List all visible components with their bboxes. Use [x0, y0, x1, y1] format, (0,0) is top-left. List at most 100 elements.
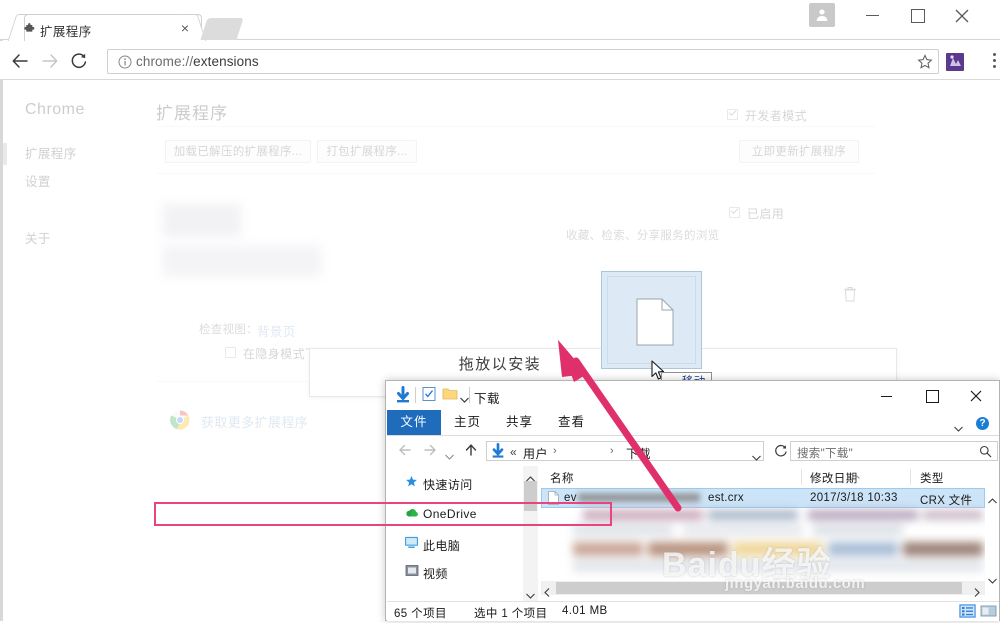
star-icon[interactable]	[917, 54, 933, 75]
magnifier-icon[interactable]	[979, 445, 992, 463]
reload-button[interactable]	[70, 52, 88, 70]
close-button[interactable]	[940, 0, 985, 32]
nav-item-videos[interactable]: 视频	[423, 565, 448, 582]
large-icons-view-icon[interactable]	[980, 604, 997, 618]
forward-button	[41, 52, 59, 70]
more-extensions-link[interactable]: 获取更多扩展程序	[201, 412, 308, 431]
inspect-views-target-link[interactable]: 背景页	[257, 321, 296, 340]
new-folder-icon[interactable]	[442, 386, 458, 407]
ribbon-tab-view[interactable]: 查看	[558, 410, 585, 435]
puzzle-piece-icon	[22, 22, 35, 35]
explorer-forward-button	[423, 443, 437, 462]
sidebar-item-extensions[interactable]: 扩展程序	[25, 143, 77, 162]
chrome-webstore-icon	[169, 409, 191, 431]
status-selection: 选中 1 个项目	[474, 608, 548, 620]
customize-caret-icon[interactable]	[460, 390, 469, 408]
breadcrumb-sep-2: ›	[610, 445, 614, 457]
developer-mode-checkbox[interactable]	[727, 109, 738, 120]
recent-locations-caret-icon[interactable]	[445, 447, 454, 465]
sidebar-item-settings[interactable]: 设置	[25, 171, 51, 190]
star-pin-icon	[405, 475, 418, 493]
page-title: 扩展程序	[156, 104, 228, 123]
maximize-button[interactable]	[895, 0, 940, 32]
qat-divider-1	[415, 387, 416, 403]
load-unpacked-button[interactable]: 加载已解压的扩展程序...	[165, 140, 311, 163]
refresh-icon[interactable]	[774, 444, 788, 463]
incognito-checkbox[interactable]	[225, 347, 236, 358]
vscroll-down-icon[interactable]	[988, 571, 997, 589]
search-placeholder: 搜索"下载"	[797, 448, 853, 460]
horizontal-scroll-thumb[interactable]	[556, 582, 962, 594]
file-modified-date: 2017/3/18 10:33	[810, 492, 898, 504]
trash-icon[interactable]	[843, 286, 857, 307]
breadcrumb-sep-1: ›	[553, 445, 557, 457]
sidebar-selection-indicator	[3, 143, 7, 165]
column-header-name[interactable]: 名称	[550, 470, 574, 486]
videos-folder-icon	[405, 564, 419, 582]
extension-description: 收藏、检索、分享服务的浏览	[566, 230, 720, 242]
explorer-close-button[interactable]	[954, 381, 999, 410]
extension-enabled-checkbox[interactable]	[729, 207, 740, 218]
info-circle-icon[interactable]	[118, 55, 132, 74]
file-document-icon	[636, 298, 674, 351]
breadcrumb-users[interactable]: 用户	[523, 445, 548, 462]
help-icon[interactable]: ?	[976, 417, 989, 430]
inspect-views-label: 检查视图：	[199, 324, 258, 336]
this-pc-icon	[404, 536, 419, 554]
extension-version-blurred	[163, 246, 321, 276]
divider-top	[156, 126, 876, 127]
nav-scroll-up-icon[interactable]	[526, 469, 535, 487]
breadcrumb-overflow[interactable]: «	[510, 445, 517, 459]
download-arrow-icon	[394, 386, 412, 409]
extension-name-blurred	[163, 204, 241, 237]
three-dots-icon[interactable]	[993, 53, 997, 71]
column-divider-2[interactable]	[910, 469, 911, 485]
minimize-button[interactable]	[850, 0, 895, 32]
extension-icon[interactable]	[946, 53, 964, 71]
nav-item-this-pc[interactable]: 此电脑	[423, 537, 460, 554]
address-bar-text: chrome://extensions	[136, 54, 259, 69]
explorer-maximize-button[interactable]	[909, 381, 954, 410]
properties-icon[interactable]	[421, 386, 437, 407]
sidebar-item-about[interactable]: 关于	[25, 228, 51, 247]
explorer-back-button	[398, 443, 412, 462]
sort-indicator-icon	[851, 466, 860, 479]
tab-close-icon[interactable]: ×	[178, 21, 192, 35]
file-name-blurred	[578, 493, 700, 502]
file-name-suffix: est.crx	[708, 492, 744, 504]
extension-enabled-label: 已启用	[747, 207, 785, 221]
ribbon-tab-home[interactable]: 主页	[454, 410, 481, 435]
file-type: CRX 文件	[920, 495, 973, 507]
up-one-level-button[interactable]	[464, 443, 478, 462]
pack-extension-button[interactable]: 打包扩展程序...	[317, 140, 417, 163]
nav-item-quick-access[interactable]: 快速访问	[423, 476, 473, 493]
file-explorer-window: 下载 文件 主页 共享 查看 ? « 用户 › › 下载 搜索"下载" 名称 修…	[385, 380, 1000, 621]
column-divider-1[interactable]	[801, 469, 802, 485]
divider-mid	[156, 173, 876, 174]
hscroll-left-icon[interactable]	[544, 584, 550, 602]
chrome-brand-label: Chrome	[25, 101, 85, 118]
vscroll-up-icon[interactable]	[988, 491, 997, 509]
qat-divider-2	[469, 387, 470, 403]
breadcrumb-downloads[interactable]: 下载	[626, 445, 651, 462]
path-dropdown-caret-icon[interactable]	[752, 448, 761, 466]
new-tab-strip-ghost	[200, 18, 244, 40]
url-scheme: chrome://	[136, 54, 194, 69]
update-now-button[interactable]: 立即更新扩展程序	[739, 140, 859, 163]
hscroll-right-icon[interactable]	[974, 584, 980, 602]
ribbon-tab-share[interactable]: 共享	[506, 410, 533, 435]
explorer-window-title: 下载	[474, 392, 501, 406]
tab-title: 扩展程序	[40, 25, 92, 39]
user-avatar-icon[interactable]	[809, 3, 835, 27]
url-path: extensions	[193, 54, 259, 69]
ribbon-tab-file[interactable]: 文件	[387, 410, 441, 435]
developer-mode-label: 开发者模式	[745, 109, 808, 123]
status-size: 4.01 MB	[562, 605, 608, 617]
column-header-type[interactable]: 类型	[920, 470, 944, 486]
status-item-count: 65 个项目	[394, 608, 447, 620]
explorer-minimize-button[interactable]	[864, 381, 909, 410]
back-button[interactable]	[11, 52, 29, 70]
selected-file-highlight	[154, 502, 612, 526]
address-download-arrow-icon	[490, 443, 506, 464]
details-view-icon[interactable]	[959, 604, 976, 618]
